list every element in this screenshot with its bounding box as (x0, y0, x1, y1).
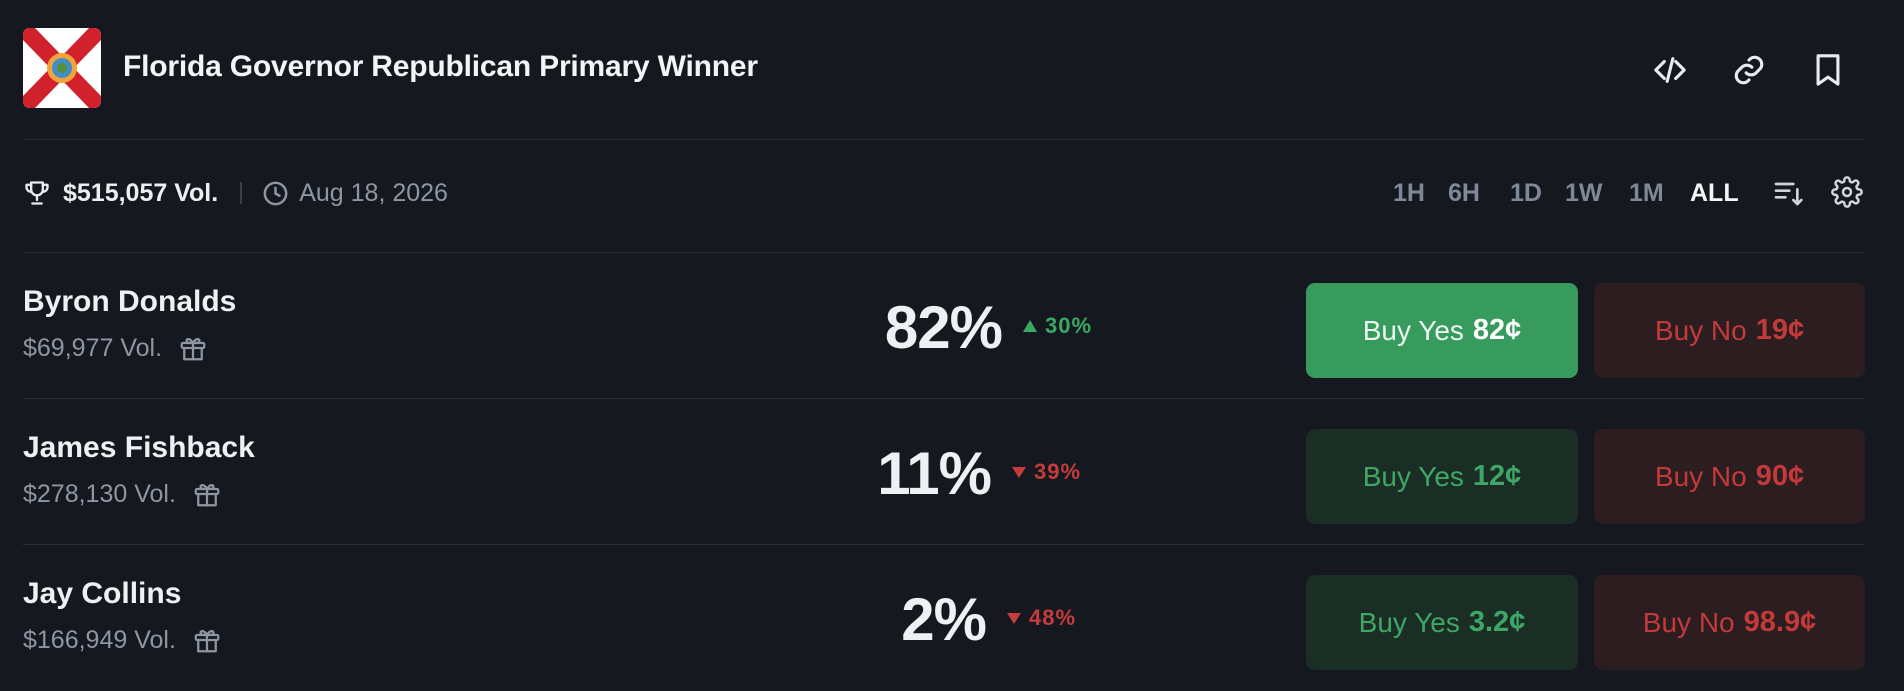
copy-link-button[interactable] (1729, 50, 1769, 90)
settings-button[interactable] (1829, 174, 1865, 210)
buy-yes-price: 82¢ (1472, 314, 1522, 346)
buy-yes-label: Buy Yes (1362, 460, 1464, 492)
up-triangle-icon (1022, 319, 1038, 333)
buy-no-price: 98.9¢ (1743, 606, 1817, 638)
range-1h[interactable]: 1H (1393, 175, 1425, 211)
gift-icon[interactable] (178, 333, 208, 363)
outcome-change: 30% (1022, 313, 1092, 339)
outcome-name[interactable]: Jay Collins (23, 577, 181, 611)
sort-icon (1774, 182, 1803, 206)
market-meta: $515,057 Vol. Aug 18, 2026 (23, 175, 448, 211)
market-header: Florida Governor Republican Primary Winn… (0, 0, 1904, 139)
buy-yes-button[interactable]: Buy Yes 12¢ (1306, 429, 1578, 524)
buy-no-price: 19¢ (1755, 314, 1805, 346)
outcome-change: 48% (1006, 605, 1076, 631)
end-date: Aug 18, 2026 (299, 178, 448, 207)
outcome-volume: $69,977 Vol. (23, 333, 208, 363)
outcome-probability: 2% (901, 586, 987, 653)
range-all[interactable]: ALL (1690, 175, 1739, 211)
trophy-icon (23, 179, 51, 207)
down-triangle-icon (1011, 465, 1027, 479)
buy-yes-price: 3.2¢ (1468, 606, 1526, 638)
florida-flag-icon (23, 28, 101, 108)
bookmark-icon (1816, 54, 1840, 86)
outcome-probability: 11% (877, 440, 992, 507)
link-icon (1734, 55, 1764, 85)
outcome-probability: 82% (884, 294, 1003, 361)
buy-no-label: Buy No (1654, 314, 1747, 346)
buy-yes-button[interactable]: Buy Yes 82¢ (1306, 283, 1578, 378)
header-divider (23, 139, 1864, 140)
market-title: Florida Governor Republican Primary Winn… (123, 50, 758, 83)
outcome-change: 39% (1011, 459, 1081, 485)
buy-no-label: Buy No (1654, 460, 1747, 492)
range-1d[interactable]: 1D (1510, 175, 1542, 211)
outcome-row: Byron Donalds $69,977 Vol. 82% 30% Buy Y… (0, 253, 1904, 399)
buy-no-button[interactable]: Buy No 98.9¢ (1594, 575, 1865, 670)
buy-yes-button[interactable]: Buy Yes 3.2¢ (1306, 575, 1578, 670)
outcome-change-value: 39% (1034, 459, 1082, 484)
embed-button[interactable] (1650, 50, 1690, 90)
outcome-row: Jay Collins $166,949 Vol. 2% 48% Buy Yes… (0, 545, 1904, 691)
outcome-row: James Fishback $278,130 Vol. 11% 39% Buy… (0, 399, 1904, 545)
buy-yes-label: Buy Yes (1358, 606, 1460, 638)
total-volume: $515,057 Vol. (63, 178, 219, 207)
buy-no-price: 90¢ (1755, 460, 1805, 492)
outcome-name[interactable]: James Fishback (23, 431, 255, 465)
buy-no-button[interactable]: Buy No 19¢ (1594, 283, 1865, 378)
buy-no-button[interactable]: Buy No 90¢ (1594, 429, 1865, 524)
outcome-volume: $166,949 Vol. (23, 625, 222, 655)
buy-no-label: Buy No (1642, 606, 1735, 638)
outcome-change-value: 48% (1029, 605, 1077, 630)
clock-icon (262, 180, 289, 207)
gift-icon[interactable] (192, 625, 222, 655)
range-6h[interactable]: 6H (1448, 175, 1480, 211)
down-triangle-icon (1006, 611, 1022, 625)
gear-icon (1831, 176, 1863, 208)
outcome-change-value: 30% (1045, 313, 1093, 338)
gift-icon[interactable] (192, 479, 222, 509)
range-1m[interactable]: 1M (1629, 175, 1664, 211)
outcome-volume-text: $278,130 Vol. (23, 479, 176, 508)
range-1w[interactable]: 1W (1565, 175, 1603, 211)
bookmark-button[interactable] (1808, 50, 1848, 90)
buy-yes-label: Buy Yes (1362, 314, 1464, 346)
code-icon (1654, 57, 1686, 83)
sort-button[interactable] (1770, 174, 1806, 210)
outcome-volume: $278,130 Vol. (23, 479, 222, 509)
outcome-name[interactable]: Byron Donalds (23, 285, 236, 319)
outcome-volume-text: $166,949 Vol. (23, 625, 176, 654)
meta-separator (240, 182, 243, 204)
buy-yes-price: 12¢ (1472, 460, 1522, 492)
outcome-volume-text: $69,977 Vol. (23, 333, 163, 362)
